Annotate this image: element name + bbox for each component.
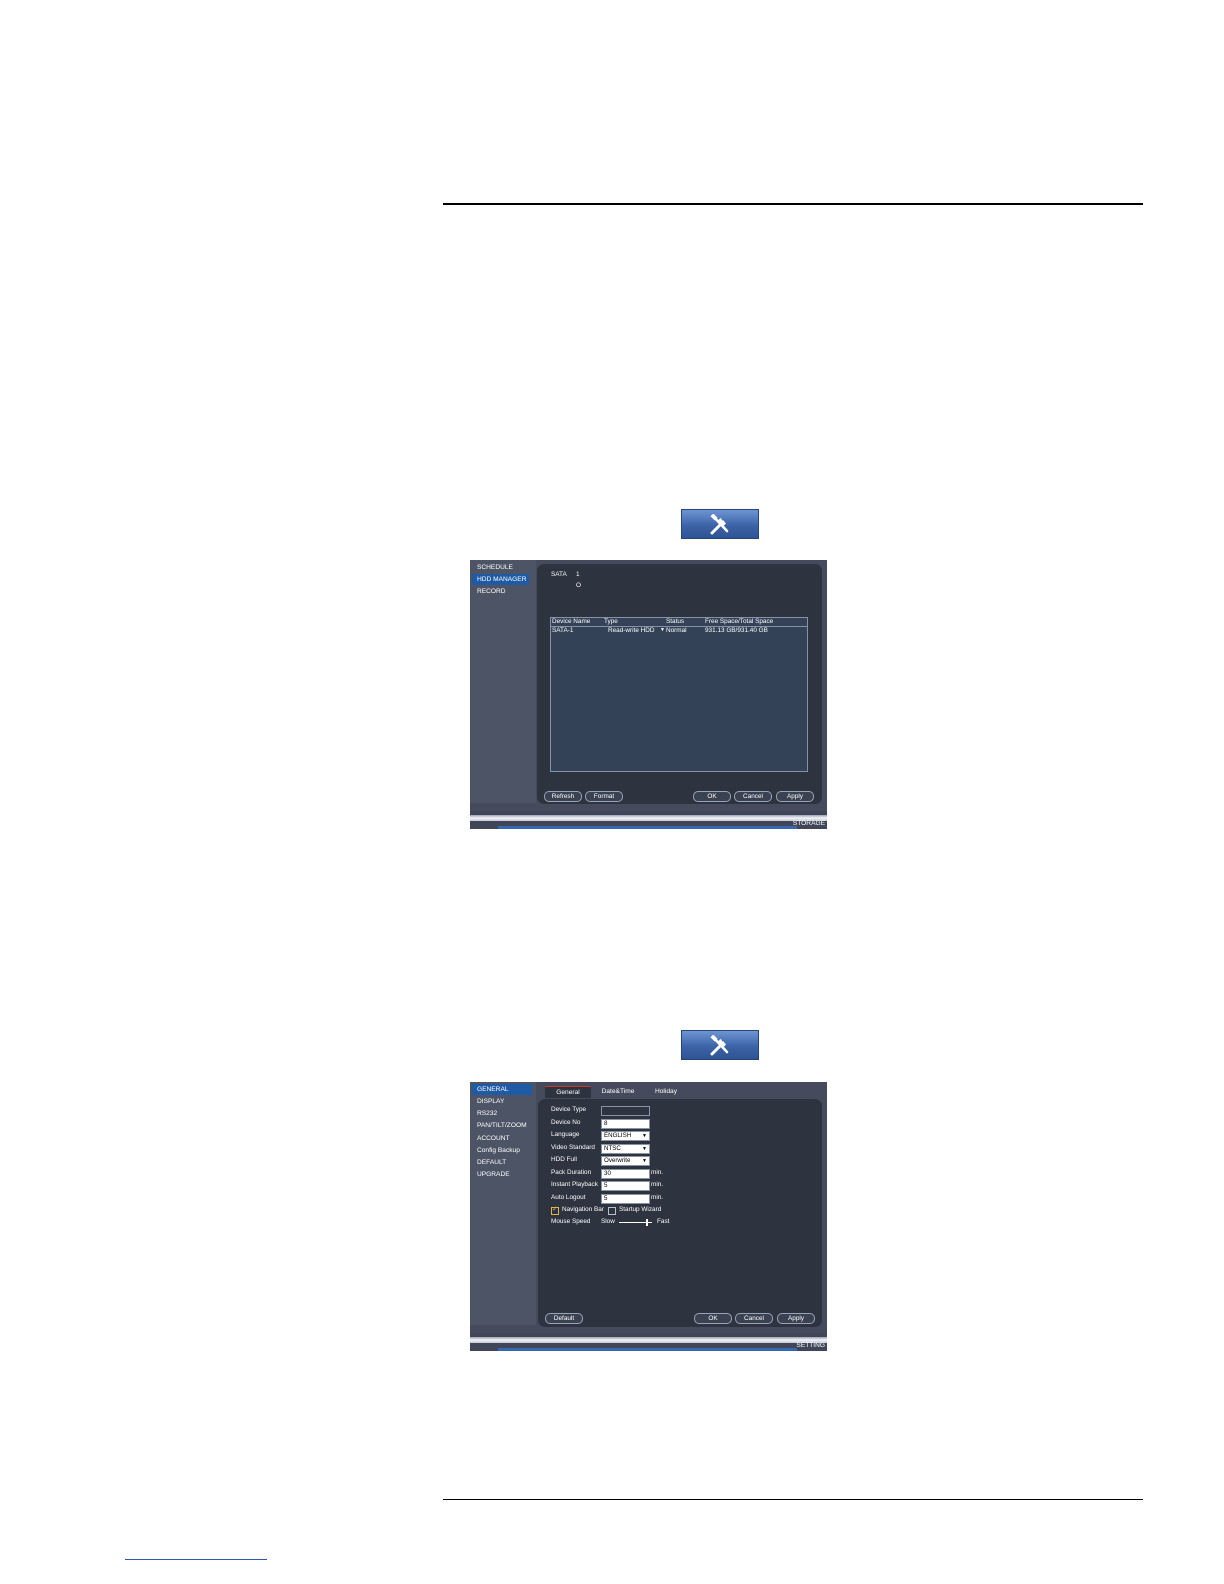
table-row[interactable]: SATA-1 Read-write HDD ▼ Normal 931.13 GB… (551, 627, 807, 636)
pack-duration-field[interactable]: 30 (601, 1169, 650, 1179)
footer-glow (470, 1337, 827, 1343)
row-type: Read-write HDD (608, 627, 655, 634)
hdd-full-label: HDD Full (551, 1156, 577, 1163)
instant-playback-field[interactable]: 5 (601, 1181, 650, 1191)
chevron-down-icon: ▼ (642, 1133, 647, 1139)
device-no-field[interactable]: 8 (601, 1119, 650, 1129)
pack-duration-unit: min. (651, 1169, 664, 1176)
device-no-label: Device No (551, 1119, 581, 1126)
default-button[interactable]: Default (545, 1313, 583, 1324)
navigation-bar-checkbox[interactable]: ✓ (551, 1206, 559, 1215)
row-status: Normal (666, 627, 687, 634)
hdd-manager-panel: SATA 1 O Device Name Type Status Free Sp… (537, 564, 822, 804)
cancel-button[interactable]: Cancel (734, 791, 772, 802)
hdd-table-header: Device Name Type Status Free Space/Total… (551, 618, 807, 627)
sidebar-item-hdd-manager[interactable]: HDD MANAGER (472, 574, 529, 585)
storage-footer-bar: STORAGE (470, 811, 827, 829)
footer-glow (470, 815, 827, 821)
chevron-down-icon: ▼ (642, 1146, 647, 1152)
sidebar-item-account[interactable]: ACCOUNT (472, 1133, 529, 1144)
footer-rule (443, 1499, 1143, 1500)
check-icon: ✓ (552, 1206, 558, 1213)
chevron-down-icon: ▼ (642, 1158, 647, 1164)
sidebar-item-general[interactable]: GENERAL (472, 1084, 532, 1095)
video-standard-value: NTSC (604, 1145, 621, 1152)
auto-logout-label: Auto Logout (551, 1194, 586, 1201)
cancel-button[interactable]: Cancel (735, 1313, 773, 1324)
sidebar-item-ptz[interactable]: PAN/TILT/ZOOM (472, 1120, 529, 1131)
setting-screenshot: GENERAL DISPLAY RS232 PAN/TILT/ZOOM ACCO… (470, 1082, 827, 1351)
hdd-table: Device Name Type Status Free Space/Total… (550, 617, 808, 772)
footer-link-underline (125, 1559, 267, 1560)
sata-number: 1 (576, 571, 580, 578)
tab-general[interactable]: General (545, 1086, 591, 1098)
hdd-full-value: Overwrite (604, 1157, 631, 1164)
header-rule (443, 203, 1143, 205)
pack-duration-label: Pack Duration (551, 1169, 592, 1176)
tools-menu-button[interactable] (681, 509, 759, 539)
apply-button[interactable]: Apply (776, 791, 814, 802)
sidebar-item-schedule[interactable]: SCHEDULE (472, 562, 529, 573)
language-select[interactable]: ENGLISH ▼ (601, 1131, 650, 1141)
startup-wizard-label: Startup Wizard (619, 1206, 662, 1213)
device-type-field[interactable] (601, 1106, 650, 1116)
general-settings-panel: Device Type Device No 8 Language ENGLISH… (538, 1099, 822, 1327)
row-device: SATA-1 (552, 627, 574, 634)
mouse-speed-label: Mouse Speed (551, 1218, 591, 1225)
mouse-speed-slow: Slow (601, 1218, 615, 1225)
language-label: Language (551, 1131, 580, 1138)
tab-date-time[interactable]: Date&Time (593, 1086, 643, 1097)
hdd-full-select[interactable]: Overwrite ▼ (601, 1156, 650, 1166)
footer-accent (498, 826, 797, 829)
sata-label: SATA (551, 571, 567, 578)
video-standard-label: Video Standard (551, 1144, 595, 1151)
storage-screenshot: SCHEDULE HDD MANAGER RECORD SATA 1 O Dev… (470, 560, 827, 829)
device-type-label: Device Type (551, 1106, 587, 1113)
col-device-name: Device Name (552, 618, 591, 625)
storage-footer-label: STORAGE (792, 820, 825, 827)
sata-indicator: O (576, 582, 581, 589)
tools-icon (710, 514, 729, 535)
ok-button[interactable]: OK (693, 791, 731, 802)
tools-menu-button-2[interactable] (681, 1030, 759, 1060)
apply-button[interactable]: Apply (777, 1313, 815, 1324)
video-standard-select[interactable]: NTSC ▼ (601, 1144, 650, 1154)
footer-accent (498, 1348, 797, 1351)
col-status: Status (666, 618, 685, 625)
row-space: 931.13 GB/931.40 GB (705, 627, 768, 634)
sidebar-item-display[interactable]: DISPLAY (472, 1096, 529, 1107)
format-button[interactable]: Format (585, 791, 623, 802)
storage-sidebar: SCHEDULE HDD MANAGER RECORD (470, 560, 536, 803)
col-space: Free Space/Total Space (705, 618, 774, 625)
tools-icon (710, 1035, 729, 1056)
setting-footer-label: SETTING (796, 1342, 825, 1349)
sidebar-item-upgrade[interactable]: UPGRADE (472, 1169, 529, 1180)
instant-playback-unit: min. (651, 1181, 664, 1188)
mouse-speed-fast: Fast (657, 1218, 670, 1225)
refresh-button[interactable]: Refresh (544, 791, 582, 802)
tab-holiday[interactable]: Holiday (645, 1086, 687, 1097)
col-type: Type (604, 618, 618, 625)
setting-footer-bar: SETTING (470, 1333, 827, 1351)
setting-sidebar: GENERAL DISPLAY RS232 PAN/TILT/ZOOM ACCO… (470, 1082, 536, 1325)
mouse-speed-slider[interactable] (619, 1219, 652, 1226)
sidebar-item-default[interactable]: DEFAULT (472, 1157, 529, 1168)
mouse-speed-thumb[interactable] (646, 1219, 649, 1226)
auto-logout-field[interactable]: 5 (601, 1194, 650, 1204)
instant-playback-label: Instant Playback (551, 1181, 598, 1188)
sidebar-item-rs232[interactable]: RS232 (472, 1108, 529, 1119)
language-value: ENGLISH (604, 1132, 632, 1139)
navigation-bar-label: Navigation Bar (562, 1206, 604, 1213)
dropdown-arrow-icon[interactable]: ▼ (660, 627, 665, 633)
sidebar-item-record[interactable]: RECORD (472, 586, 529, 597)
auto-logout-unit: min. (651, 1194, 664, 1201)
ok-button[interactable]: OK (694, 1313, 732, 1324)
sidebar-item-config-backup[interactable]: Config Backup (472, 1145, 529, 1156)
startup-wizard-checkbox[interactable] (608, 1207, 616, 1215)
